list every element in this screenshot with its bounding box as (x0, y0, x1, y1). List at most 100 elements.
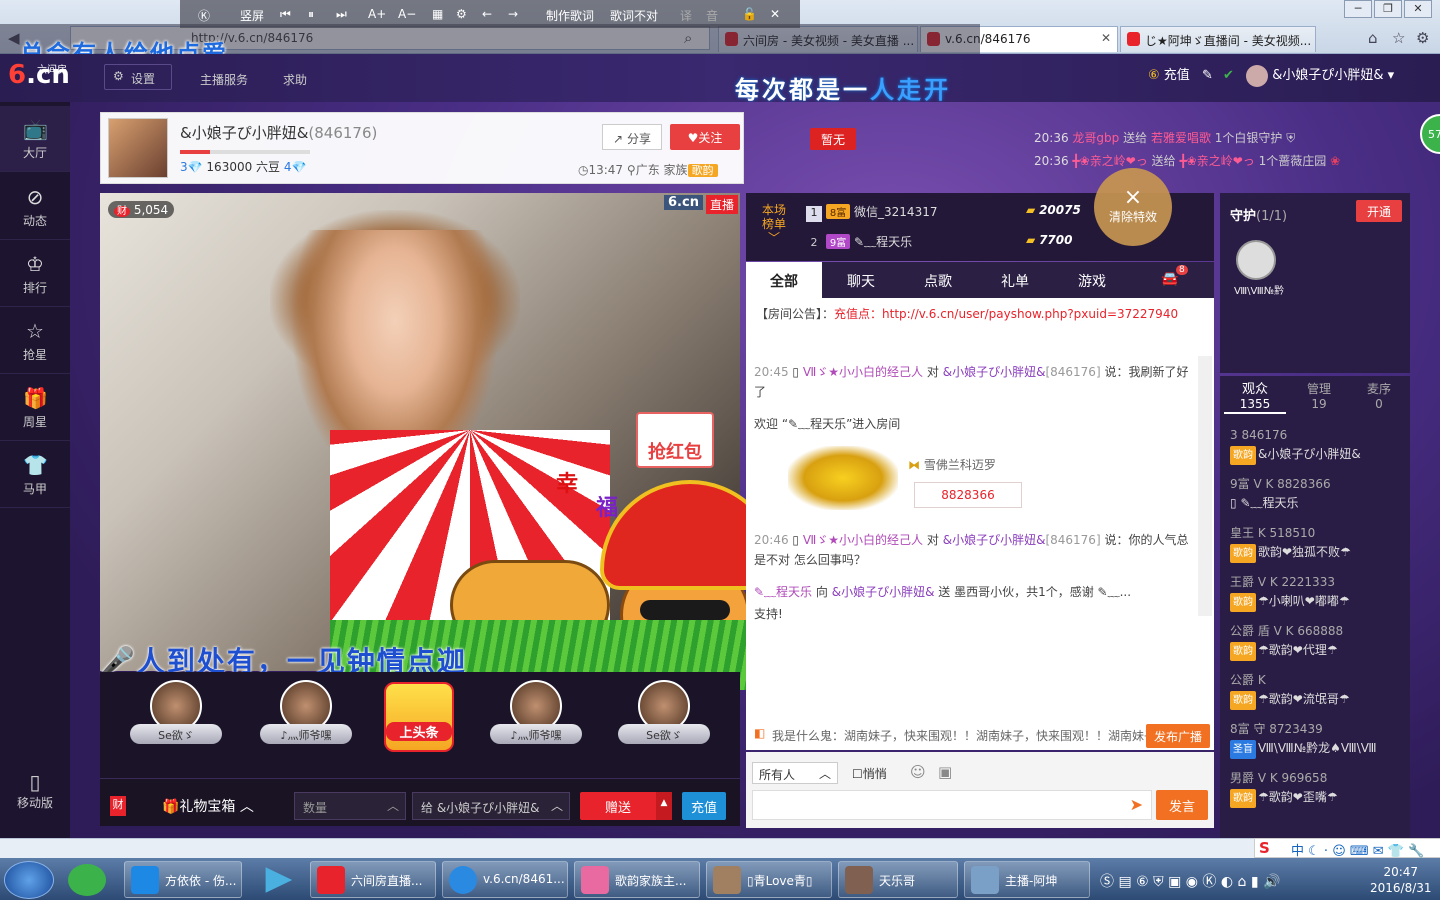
taskbar-item[interactable]: v.6.cn/8461... (442, 861, 568, 898)
anchor-service-link[interactable]: 主播服务 (200, 71, 248, 88)
recipient-select[interactable]: 给 &小娘子ぴ小胖妞& ︿ (412, 792, 570, 820)
tab-gifts[interactable]: 礼单 (977, 262, 1053, 298)
taskbar-item[interactable]: 方依依 - 伤... (124, 861, 242, 898)
seat[interactable]: Se欲ゞ (128, 680, 224, 756)
tab-admin[interactable]: 管理 19 (1288, 382, 1350, 412)
seat[interactable]: Se欲ゞ (616, 680, 712, 756)
taskbar-clock[interactable]: 20:47 2016/8/31 (1370, 864, 1432, 896)
phonetic-button[interactable]: 音 (706, 7, 718, 24)
home-icon[interactable]: ⌂ (1368, 29, 1378, 47)
user-avatar[interactable] (1246, 64, 1269, 87)
portrait-mode-button[interactable]: 竖屏 (240, 7, 264, 24)
list-item[interactable]: 公爵 盾 V K 668888 歌韵 ☂歌韵❤代理☂ (1230, 622, 1406, 661)
font-larger-icon[interactable]: A+ (368, 7, 386, 21)
image-icon[interactable]: ▣ (938, 763, 952, 781)
car-icon[interactable]: 🚘 (1140, 262, 1200, 298)
help-link[interactable]: 求助 (283, 71, 307, 88)
guard-avatar[interactable] (1236, 240, 1276, 280)
lyrics-wrong-button[interactable]: 歌词不对 (610, 7, 658, 24)
tab-all[interactable]: 全部 (746, 262, 822, 298)
clear-effects-button[interactable]: × 清除特效 (1094, 168, 1172, 246)
mobile-version-link[interactable]: ▯ 移动版 (0, 770, 70, 824)
send-plane-icon[interactable]: ➤ (1130, 795, 1143, 814)
taskbar-item[interactable]: 主播-阿坤 (964, 861, 1090, 898)
settings-button[interactable]: ⚙ 设置 (104, 64, 172, 90)
pause-icon[interactable]: ⏸ (308, 7, 314, 22)
tab-audience[interactable]: 观众 1355 (1224, 382, 1286, 414)
family-tag[interactable]: 歌韵 (687, 164, 718, 177)
sidebar-item-weekstar[interactable]: 🎁 周星 (0, 375, 70, 441)
rank-label[interactable]: 本场榜单 ﹀ (758, 203, 790, 245)
font-smaller-icon[interactable]: A− (398, 7, 416, 21)
send-gift-button[interactable]: 赠送 (580, 792, 656, 820)
arrow-right-icon[interactable]: → (508, 7, 518, 21)
tab-song[interactable]: 点歌 (900, 262, 976, 298)
list-item[interactable]: 男爵 V K 969658 歌韵 ☂歌韵❤歪嘴☂ (1230, 769, 1406, 808)
chevron-down-icon[interactable]: ▾ (1388, 68, 1395, 83)
open-guard-button[interactable]: 开通 (1356, 200, 1402, 222)
message-input[interactable]: ➤ (752, 790, 1152, 820)
close-icon[interactable]: ✕ (770, 7, 780, 21)
recharge-button[interactable]: 充值 (682, 792, 726, 820)
lock-icon[interactable]: 🔓 (742, 7, 757, 21)
close-tab-icon[interactable]: ✕ (1101, 31, 1111, 45)
list-item[interactable]: 公爵 K 歌韵 ☂歌韵❤流氓哥☂ (1230, 671, 1406, 710)
next-icon[interactable]: ⏭ (336, 7, 347, 22)
list-item[interactable]: 9富 V K 8828366 ▯ ✎﹏程天乐 (1230, 475, 1406, 513)
sidebar-item-hall[interactable]: 📺 大厅 (0, 106, 70, 172)
list-item[interactable]: 王爵 V K 2221333 歌韵 ☂小喇叭❤嘟嘟☂ (1230, 573, 1406, 612)
sidebar-item-rank[interactable]: ♔ 排行 (0, 241, 70, 307)
make-lyrics-button[interactable]: 制作歌词 (546, 7, 594, 24)
gear-icon[interactable]: ⚙ (1416, 29, 1429, 47)
send-options-icon[interactable]: ▲ (656, 792, 672, 820)
tab-mic-queue[interactable]: 麦序 0 (1348, 382, 1410, 412)
list-item[interactable]: 3 846176 歌韵 &小娘子ぴ小胖妞& (1230, 426, 1406, 465)
rank-row[interactable]: 1 8富 微信_3214317 ▰ 20075 (806, 203, 1106, 222)
gear-icon[interactable]: ⚙ (456, 7, 467, 21)
system-tray[interactable]: Ⓢ ▤ ⑥ ⛨ ▣ ◉ Ⓚ ◐ ⌂ ▮ 🔊 (1100, 871, 1280, 891)
list-item[interactable]: 皇王 K 518510 歌韵 歌韵❤独孤不败☂ (1230, 524, 1406, 563)
sidebar-item-grabstar[interactable]: ☆ 抢星 (0, 308, 70, 374)
follow-button[interactable]: ♥关注 (670, 124, 740, 150)
grid-icon[interactable]: ▦ (432, 7, 443, 21)
close-window-icon[interactable]: ✕ (1404, 0, 1432, 18)
player-logo-icon[interactable]: Ⓚ (198, 7, 210, 24)
prev-icon[interactable]: ⏮ (280, 7, 291, 22)
start-button[interactable] (4, 861, 54, 899)
minimize-icon[interactable]: ─ (1344, 0, 1372, 18)
taskbar-item[interactable]: 天乐哥 (838, 861, 958, 898)
tab-chat[interactable]: 聊天 (823, 262, 899, 298)
tab-games[interactable]: 游戏 (1054, 262, 1130, 298)
edit-icon[interactable]: ✎ (1202, 68, 1213, 83)
quantity-input[interactable]: 数量 ︿ (294, 792, 406, 820)
list-item[interactable]: 8富 守 8723439 圣盲 Ⅷ\Ⅷ№黔龙♠Ⅷ\Ⅷ (1230, 720, 1406, 759)
headline-button[interactable]: 上头条 (384, 682, 454, 752)
publish-broadcast-button[interactable]: 发布广播 (1146, 724, 1210, 748)
username-menu[interactable]: &小娘子ぴ小胖妞& (1272, 68, 1383, 83)
taskbar-item[interactable]: ▯青Love青▯ (706, 861, 832, 898)
ime-toolbar[interactable]: S中 ☾ · ☺ ⌨ ✉ 👕 🔧 (1254, 838, 1440, 859)
browser-tab[interactable]: じ★阿坤ゞ直播间 - 美女视频... (1120, 26, 1316, 52)
arrow-left-icon[interactable]: ← (482, 7, 492, 21)
emoji-icon[interactable]: ☺ (910, 763, 926, 781)
taskbar-item[interactable]: 六间房直播... (310, 861, 436, 898)
favorites-icon[interactable]: ☆ (1392, 29, 1405, 47)
anchor-avatar[interactable] (108, 118, 168, 178)
restore-icon[interactable]: ❐ (1374, 0, 1402, 18)
wealth-button[interactable]: 财 (110, 796, 126, 816)
gift-box-button[interactable]: 🎁礼物宝箱 ︿ (162, 796, 254, 816)
sidebar-item-vest[interactable]: 👕 马甲 (0, 442, 70, 508)
recharge-link[interactable]: 充值 (1164, 68, 1190, 83)
audience-select[interactable]: 所有人 ︿ (752, 762, 838, 784)
announcement-link[interactable]: 充值点：http://v.6.cn/user/payshow.php?pxuid… (834, 307, 1178, 321)
rank-row[interactable]: 2 9富 ✎﹏程天乐 ▰ 7700 (806, 233, 1106, 252)
share-button[interactable]: ↗ 分享 (602, 124, 662, 150)
red-envelope-button[interactable]: 抢红包 (636, 412, 714, 468)
seat[interactable]: ♪灬师爷嘿 (258, 680, 354, 756)
seat[interactable]: ♪灬师爷嘿 (488, 680, 584, 756)
whisper-checkbox[interactable]: ☐悄悄 (852, 765, 887, 782)
translate-button[interactable]: 译 (680, 7, 692, 24)
app-icon[interactable] (68, 864, 106, 896)
chat-scrollbar[interactable] (1198, 356, 1212, 616)
send-message-button[interactable]: 发言 (1156, 790, 1208, 820)
